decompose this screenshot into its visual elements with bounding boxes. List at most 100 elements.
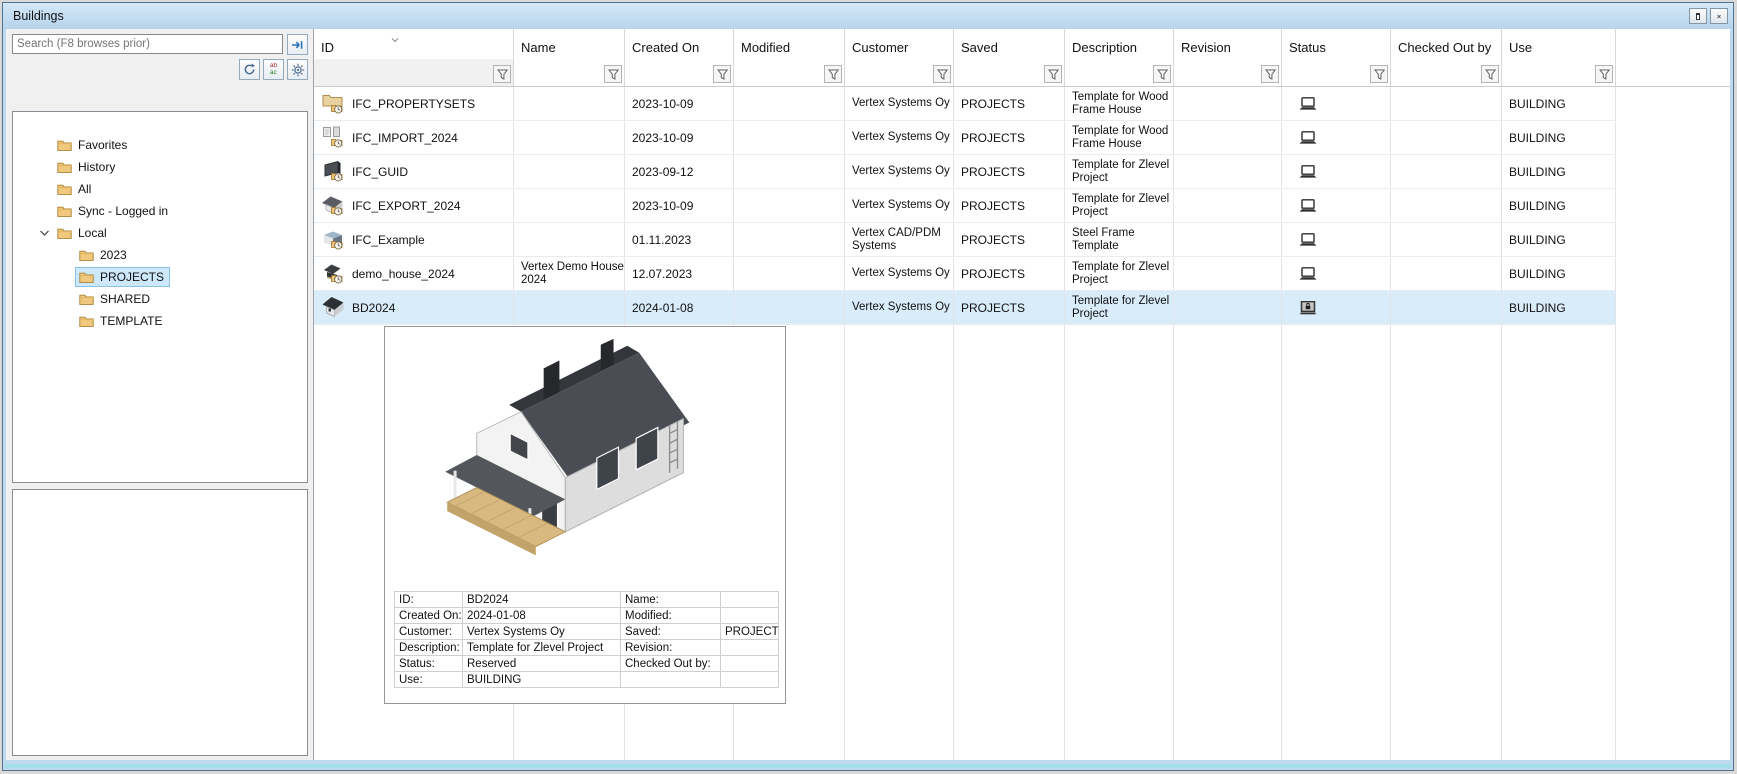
column-header-customer[interactable]: Customer <box>845 29 954 59</box>
cell-saved: PROJECTS <box>954 121 1065 154</box>
column-header-revision[interactable]: Revision <box>1174 29 1282 59</box>
filter-button-revision[interactable] <box>1261 65 1279 83</box>
preview-value <box>720 671 779 688</box>
cell-name <box>514 155 625 188</box>
tree-item-content: History <box>53 157 121 177</box>
table-row-ifc_propertysets[interactable]: IFC_PROPERTYSETS 2023-10-09 Vertex Systems… <box>314 87 1616 121</box>
grid-column-line <box>1502 325 1616 760</box>
filter-funnel-icon <box>1484 69 1496 80</box>
column-header-label: Customer <box>852 40 909 55</box>
filter-button-id[interactable] <box>493 65 511 83</box>
filter-cell-use[interactable] <box>1502 59 1616 86</box>
tree-item-projects[interactable]: PROJECTS <box>13 266 307 288</box>
table-row-ifc_export_2024[interactable]: IFC_EXPORT_2024 2023-10-09 Vertex Systems … <box>314 189 1616 223</box>
filter-button-use[interactable] <box>1595 65 1613 83</box>
filter-button-customer[interactable] <box>933 65 951 83</box>
filter-cell-name[interactable] <box>514 59 625 86</box>
filter-cell-modified[interactable] <box>734 59 845 86</box>
filter-button-name[interactable] <box>604 65 622 83</box>
tree-item-sync-logged-in[interactable]: Sync - Logged in <box>13 200 307 222</box>
tree-item-all[interactable]: All <box>13 178 307 200</box>
folder-icon <box>57 206 72 217</box>
table-row-ifc_import_2024[interactable]: IFC_IMPORT_2024 2023-10-09 Vertex Systems … <box>314 121 1616 155</box>
cell-revision <box>1174 87 1282 120</box>
table-row-bd2024[interactable]: BD2024 2024-01-08 Vertex Systems Oy PROJECT… <box>314 291 1616 325</box>
dock-button[interactable] <box>1689 8 1707 24</box>
panel-clock-icon <box>321 158 345 185</box>
cell-saved: PROJECTS <box>954 189 1065 222</box>
filter-cell-id[interactable] <box>314 59 514 86</box>
documents-clock-icon <box>321 124 345 151</box>
table-row-ifc_guid[interactable]: IFC_GUID 2023-09-12 Vertex Systems Oy PROJE… <box>314 155 1616 189</box>
close-icon <box>1717 14 1721 18</box>
column-header-checked_out_by[interactable]: Checked Out by <box>1391 29 1502 59</box>
cell-use: BUILDING <box>1502 223 1616 256</box>
dock-icon <box>1696 12 1700 20</box>
preview-value: 2024-01-08 <box>462 607 621 624</box>
tree-item-local[interactable]: Local <box>13 222 307 244</box>
row-thumbnail-icon <box>323 126 343 148</box>
cell-description: Template for Wood Frame House <box>1065 87 1174 120</box>
filter-funnel-icon <box>1047 69 1059 80</box>
cell-modified <box>734 155 845 188</box>
search-go-button[interactable] <box>287 34 308 55</box>
filter-cell-description[interactable] <box>1065 59 1174 86</box>
column-header-status[interactable]: Status <box>1282 29 1391 59</box>
replace-button[interactable]: ab ac <box>263 59 284 80</box>
column-header-modified[interactable]: Modified <box>734 29 845 59</box>
cell-text: Steel Frame Template <box>1072 226 1135 252</box>
tree-item-2023[interactable]: 2023 <box>13 244 307 266</box>
cell-id: IFC_GUID <box>314 155 514 188</box>
cell-checked_out_by <box>1391 87 1502 120</box>
cell-saved: PROJECTS <box>954 291 1065 324</box>
column-header-saved[interactable]: Saved <box>954 29 1065 59</box>
cell-created_on: 2023-09-12 <box>625 155 734 188</box>
column-header-use[interactable]: Use <box>1502 29 1616 59</box>
filter-button-status[interactable] <box>1370 65 1388 83</box>
cell-use: BUILDING <box>1502 87 1616 120</box>
filter-cell-checked_out_by[interactable] <box>1391 59 1502 86</box>
filter-button-created_on[interactable] <box>713 65 731 83</box>
tree-item-history[interactable]: History <box>13 156 307 178</box>
settings-button[interactable] <box>287 59 308 80</box>
cell-text: Template for Zlevel Project <box>1072 260 1170 286</box>
filter-cell-customer[interactable] <box>845 59 954 86</box>
search-input[interactable] <box>12 34 283 54</box>
filter-cell-created_on[interactable] <box>625 59 734 86</box>
titlebar[interactable]: Buildings <box>3 3 1733 29</box>
filter-cell-revision[interactable] <box>1174 59 1282 86</box>
table-row-demo_house_2024[interactable]: demo_house_2024 Vertex Demo House 2024 12.… <box>314 257 1616 291</box>
tree-item-template[interactable]: TEMPLATE <box>13 310 307 332</box>
tree-expander[interactable] <box>35 229 53 237</box>
tree-item-favorites[interactable]: Favorites <box>13 134 307 156</box>
column-header-id[interactable]: ID <box>314 29 514 59</box>
column-header-created_on[interactable]: Created On <box>625 29 734 59</box>
column-header-description[interactable]: Description <box>1065 29 1174 59</box>
filter-button-saved[interactable] <box>1044 65 1062 83</box>
tree-item-shared[interactable]: SHARED <box>13 288 307 310</box>
filter-button-modified[interactable] <box>824 65 842 83</box>
filter-button-checked_out_by[interactable] <box>1481 65 1499 83</box>
table-row-ifc_example[interactable]: IFC_Example 01.11.2023 Vertex CAD/PDM Syst… <box>314 223 1616 257</box>
grid-column-line <box>1065 325 1174 760</box>
close-button[interactable] <box>1710 8 1728 24</box>
tree-item-content: Favorites <box>53 135 133 155</box>
buildings-list-panel: ID Name Created On Modified Customer Saved Des… <box>314 29 1730 760</box>
cell-created_on: 2023-10-09 <box>625 87 734 120</box>
cell-description: Steel Frame Template <box>1065 223 1174 256</box>
column-header-label: Description <box>1072 40 1138 55</box>
row-thumbnail-icon <box>322 95 343 114</box>
filter-button-description[interactable] <box>1153 65 1171 83</box>
cell-text: 12.07.2023 <box>632 266 693 281</box>
column-header-label: Checked Out by <box>1398 40 1492 55</box>
refresh-button[interactable] <box>239 59 260 80</box>
filter-funnel-icon <box>716 69 728 80</box>
cell-text: 2023-10-09 <box>632 96 694 111</box>
small-house-clock-icon <box>321 260 345 287</box>
cell-created_on: 12.07.2023 <box>625 257 734 290</box>
column-header-name[interactable]: Name <box>514 29 625 59</box>
grid-column-line <box>845 325 954 760</box>
filter-cell-status[interactable] <box>1282 59 1391 86</box>
filter-cell-saved[interactable] <box>954 59 1065 86</box>
go-arrow-icon <box>292 40 303 49</box>
